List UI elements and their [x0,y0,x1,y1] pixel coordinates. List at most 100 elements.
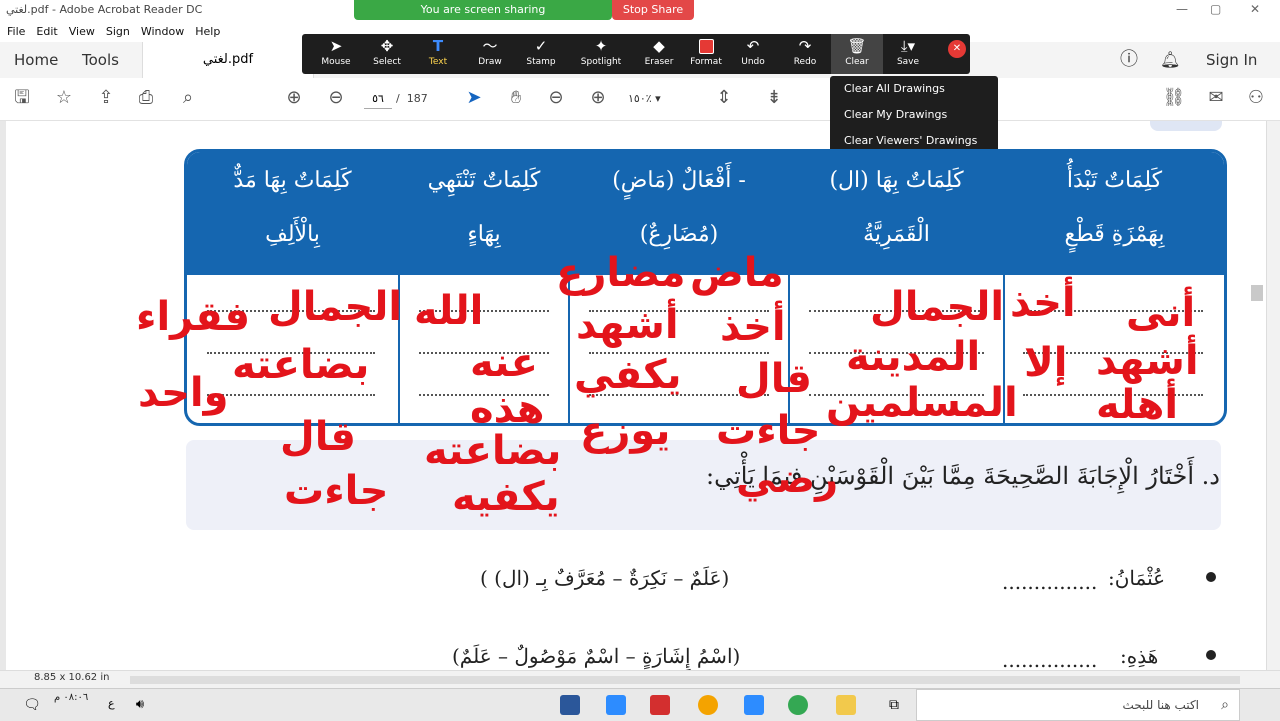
header-line: بِهَاءٍ [467,222,501,247]
save-file-icon[interactable]: 🖫 [10,86,34,110]
tool-label: Undo [741,57,765,67]
menu-edit[interactable]: Edit [36,22,57,42]
task-view-icon[interactable]: ⧉ [884,695,904,715]
tab-home[interactable]: Home [14,42,58,78]
tool-stamp[interactable]: ✓ Stamp [515,34,567,74]
handwritten-word: المدينة [846,334,981,380]
bell-icon[interactable]: 🔔︎ [1160,42,1180,78]
handwritten-word: واحد [138,370,229,416]
tool-undo[interactable]: ↶ Undo [727,34,779,74]
scroll-mode-icon[interactable]: ⇟ [762,86,786,110]
fit-page-icon[interactable]: ⇕ [712,86,736,110]
print-icon[interactable]: ⎙ [134,86,158,110]
clock: ٠٨:٠٦ م [54,692,89,703]
zoom-out-icon[interactable]: ⊖ [544,86,568,110]
handwritten-word: رضي [736,456,839,502]
page-down-icon[interactable]: ⊖ [324,86,348,110]
speaker-icon[interactable]: 🔊︎ [130,695,150,715]
language-indicator[interactable]: ع [108,697,115,710]
tool-eraser[interactable]: ◆ Eraser [633,34,685,74]
tool-label: Draw [478,57,502,67]
minimize-icon[interactable]: — [1176,2,1188,16]
upload-icon[interactable]: ⇪ [94,86,118,110]
spotlight-icon: ✦ [594,37,608,55]
clear-dropdown: Clear All Drawings Clear My Drawings Cle… [830,76,998,160]
notification-icon[interactable]: 🗨︎ [22,695,42,715]
link-icon[interactable]: ⛓ [1162,86,1186,110]
file-explorer-icon[interactable] [836,695,856,715]
search-icon[interactable]: ⌕ [176,86,200,110]
vertical-scrollbar[interactable] [1266,121,1280,670]
mail-icon[interactable]: ✉ [1204,86,1228,110]
chrome-icon[interactable] [788,695,808,715]
tool-select[interactable]: ✥ Select [361,34,413,74]
word-app-icon[interactable] [560,695,580,715]
handwritten-word: بضاعته [424,428,562,474]
tool-text[interactable]: T Text [412,34,464,74]
mouse-icon: ➤ [329,37,343,55]
taskbar-search[interactable]: اكتب هنا للبحث ⌕ [916,689,1240,721]
handwritten-word: يوزع [580,408,671,454]
horizontal-scrollbar[interactable] [130,676,1240,684]
handwritten-word: أهله [1096,382,1179,428]
page-number-input[interactable]: ٥٦ [364,90,392,109]
app-icon[interactable] [698,695,718,715]
tool-format[interactable]: Format [680,34,732,74]
header-qamariya: كَلِمَاتٌ بِهَا (ال) الْقَمَرِيَّةُ [790,152,1003,275]
zoom-in-icon[interactable]: ⊕ [586,86,610,110]
maximize-icon[interactable]: ▢ [1210,2,1221,16]
handwritten-word: مضارع [556,250,686,296]
zoom-meeting-icon[interactable] [744,695,764,715]
tool-clear[interactable]: 🗑︎ Clear [831,34,883,74]
sign-in-button[interactable]: Sign In [1206,42,1257,78]
clear-all-drawings[interactable]: Clear All Drawings [830,76,998,102]
text-icon: T [432,37,444,55]
menu-file[interactable]: File [7,22,25,42]
taskbar: 🗨︎ ٠٨:٠٦ م ع 🔊︎ ⧉ اكتب هنا للبحث ⌕ [0,688,1280,721]
tool-mouse[interactable]: ➤ Mouse [310,34,362,74]
clear-my-drawings[interactable]: Clear My Drawings [830,102,998,128]
handwritten-word: الجمال [870,284,1005,330]
tool-label: Save [896,57,920,67]
handwritten-word: أشهد [576,302,679,348]
menu-help[interactable]: Help [195,22,220,42]
eraser-icon: ◆ [653,37,665,55]
tab-document[interactable]: لغتي.pdf [142,42,314,78]
menu-window[interactable]: Window [141,22,184,42]
stop-share-button[interactable]: Stop Share [612,0,694,20]
tool-redo[interactable]: ↷ Redo [779,34,831,74]
help-icon[interactable]: ⓘ [1120,42,1138,78]
handwritten-word: الجمال [268,284,403,330]
scrollbar-thumb[interactable] [1251,285,1263,301]
page-up-icon[interactable]: ⊕ [282,86,306,110]
select-cursor-icon[interactable]: ➤ [462,86,486,110]
tool-save[interactable]: ⤓▾ Save [882,34,934,74]
close-annotation-icon[interactable]: ✕ [948,40,966,58]
star-icon[interactable]: ☆ [52,86,76,110]
trash-icon: 🗑︎ [847,37,867,55]
acrobat-app-icon[interactable] [650,695,670,715]
tool-spotlight[interactable]: ✦ Spotlight [575,34,627,74]
document-tab-label: لغتي.pdf [202,52,254,67]
question-options: (عَلَمٌ – نَكِرَةٌ – مُعَرَّفٌ بِـ (ال) … [480,566,730,590]
hand-icon[interactable]: ✋︎ [504,86,528,110]
stop-share-label: Stop Share [622,3,684,16]
tool-label: Spotlight [580,57,622,67]
menu-view[interactable]: View [69,22,95,42]
zoom-app-icon[interactable] [606,695,626,715]
zoom-select[interactable]: ١٥٠٪ ▾ [628,90,688,108]
header-line: بِهَمْزَةِ قَطْعٍ [1064,222,1165,247]
handwritten-word: جاءت [716,408,821,454]
dotted-line [207,394,375,396]
tool-draw[interactable]: 〜 Draw [464,34,516,74]
close-icon[interactable]: ✕ [1250,2,1260,16]
menu-sign[interactable]: Sign [106,22,130,42]
status-bar: 8.85 x 10.62 in [0,670,1280,689]
handwritten-word: المسلمين [826,380,1018,426]
handwritten-word: يكفيه [452,474,560,520]
main-toolbar: 🖫 ☆ ⇪ ⎙ ⌕ ⊕ ⊖ ٥٦ / 187 ➤ ✋︎ ⊖ ⊕ ١٥٠٪ ▾ ⇕… [0,78,1280,121]
tab-tools[interactable]: Tools [82,42,119,78]
zoom-value: ١٥٠٪ [628,92,652,105]
add-user-icon[interactable]: ⚇ [1244,86,1268,110]
header-line: الْقَمَرِيَّةُ [863,222,930,247]
